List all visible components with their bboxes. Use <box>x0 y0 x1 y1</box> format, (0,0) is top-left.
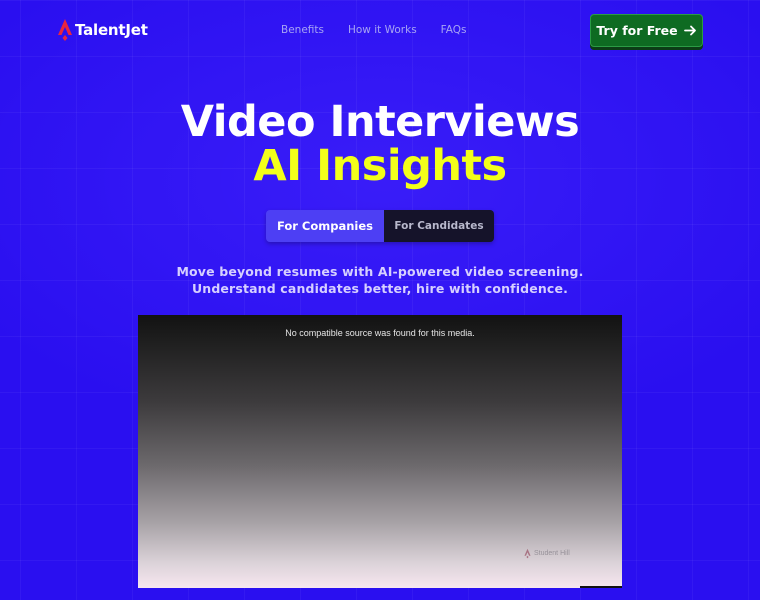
brand-logo-link[interactable]: TalentJet <box>57 18 148 42</box>
talentjet-logo-icon <box>58 19 72 41</box>
try-for-free-label: Try for Free <box>596 23 678 38</box>
try-for-free-button[interactable]: Try for Free <box>590 14 703 47</box>
brand-name: TalentJet <box>75 21 148 39</box>
nav-link-how-it-works[interactable]: How it Works <box>348 24 417 36</box>
video-error-message: No compatible source was found for this … <box>285 328 475 338</box>
nav-link-benefits[interactable]: Benefits <box>281 24 324 36</box>
hero-title-line-1: Video Interviews <box>180 97 580 147</box>
for-companies-tab[interactable]: For Companies <box>266 210 384 242</box>
video-watermark: Student Hill <box>524 548 570 559</box>
site-header: TalentJet Benefits How it Works FAQs Try… <box>0 0 760 60</box>
hero-title-line-2: AI Insights <box>253 141 507 191</box>
audience-toggle: For Companies For Candidates <box>266 210 494 242</box>
demo-video-player[interactable]: No compatible source was found for this … <box>138 315 622 588</box>
for-candidates-tab[interactable]: For Candidates <box>384 210 494 242</box>
arrow-right-icon <box>683 25 696 36</box>
hero-title: Video Interviews AI Insights <box>0 100 760 188</box>
nav-link-faqs[interactable]: FAQs <box>441 24 467 36</box>
watermark-logo-icon <box>524 548 531 559</box>
watermark-text: Student Hill <box>534 550 570 557</box>
video-control-bar[interactable] <box>580 586 622 588</box>
main-nav: Benefits How it Works FAQs <box>281 24 466 36</box>
hero-subtitle-line-1: Move beyond resumes with AI-powered vide… <box>176 264 584 279</box>
hero-subtitle-line-2: Understand candidates better, hire with … <box>191 281 569 296</box>
hero-subtitle: Move beyond resumes with AI-powered vide… <box>0 263 760 297</box>
